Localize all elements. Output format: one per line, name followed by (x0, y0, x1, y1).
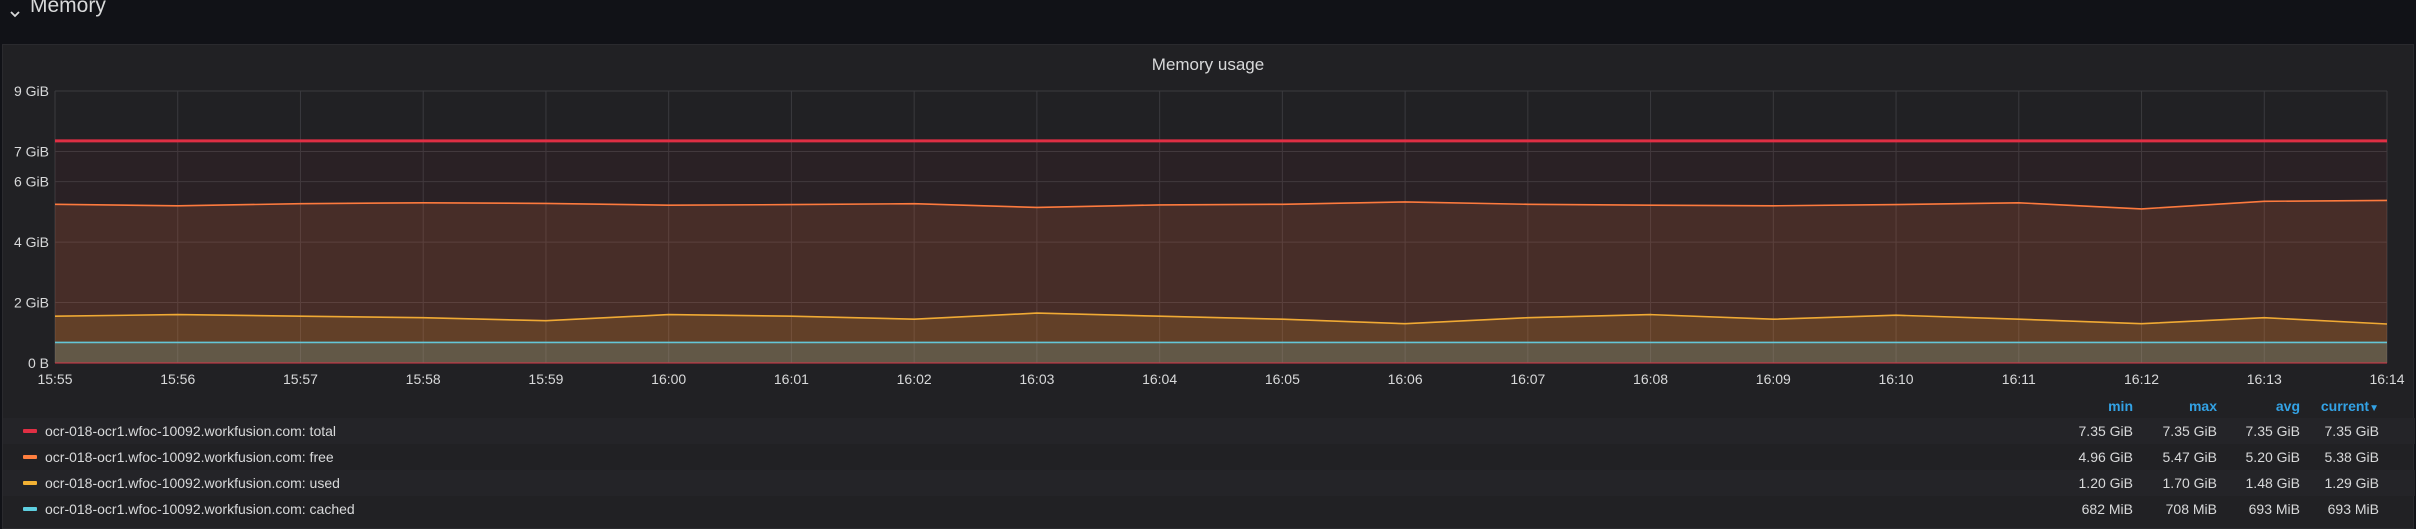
x-tick-label: 15:55 (37, 371, 72, 387)
legend-value-max: 708 MiB (2165, 501, 2217, 517)
legend-col-current-label: current (2320, 398, 2370, 414)
memory-usage-panel: Memory usage 0 B2 GiB 4 GiB 6 GiB 7 GiB 9 Gi… (2, 44, 2415, 529)
legend-rows: ocr-018-ocr1.wfoc-10092.workfusion.com: … (3, 418, 2415, 522)
y-tick-label: 0 B (28, 355, 49, 371)
legend-value-max: 7.35 GiB (2162, 423, 2217, 439)
x-tick-label: 16:14 (2369, 371, 2404, 387)
memory-usage-chart[interactable]: 0 B 2 GiB 4 GiB 6 GiB 7 GiB 9 GiB 15:55 15:56 15… (3, 45, 2415, 395)
legend-value-current: 1.29 GiB (2324, 475, 2379, 491)
legend-value-max: 5.47 GiB (2162, 449, 2217, 465)
x-tick-label: 16:06 (1388, 371, 1423, 387)
x-tick-label: 16:05 (1265, 371, 1300, 387)
x-tick-label: 16:01 (774, 371, 809, 387)
legend-swatch[interactable] (23, 455, 37, 459)
row-title: Memory (30, 0, 106, 17)
x-tick-label: 16:10 (1879, 371, 1914, 387)
legend-value-avg: 693 MiB (2248, 501, 2300, 517)
legend-series-name[interactable]: ocr-018-ocr1.wfoc-10092.workfusion.com: … (45, 444, 334, 470)
legend-value-min: 4.96 GiB (2078, 449, 2133, 465)
legend-header: min max avg current▼ (3, 398, 2415, 418)
legend-col-min[interactable]: min (2053, 398, 2133, 414)
legend-value-avg: 5.20 GiB (2245, 449, 2300, 465)
legend-series-name[interactable]: ocr-018-ocr1.wfoc-10092.workfusion.com: … (45, 496, 355, 522)
series-area-0 (55, 140, 2387, 363)
x-tick-label: 15:56 (160, 371, 195, 387)
legend-swatch[interactable] (23, 507, 37, 511)
legend-value-current: 693 MiB (2327, 501, 2379, 517)
x-tick-label: 16:09 (1756, 371, 1791, 387)
row-header[interactable]: Memory (0, 0, 2416, 42)
legend-value-avg: 7.35 GiB (2245, 423, 2300, 439)
y-tick-label: 9 GiB (14, 83, 49, 99)
legend-row[interactable]: ocr-018-ocr1.wfoc-10092.workfusion.com: … (3, 470, 2415, 496)
x-tick-label: 16:12 (2124, 371, 2159, 387)
x-tick-label: 16:13 (2247, 371, 2282, 387)
legend-value-avg: 1.48 GiB (2245, 475, 2300, 491)
legend-swatch[interactable] (23, 429, 37, 433)
legend-value-min: 1.20 GiB (2078, 475, 2133, 491)
legend-value-current: 5.38 GiB (2324, 449, 2379, 465)
legend-series-name[interactable]: ocr-018-ocr1.wfoc-10092.workfusion.com: … (45, 418, 336, 444)
y-tick-label: 7 GiB (14, 143, 49, 159)
y-tick-label: 4 GiB (14, 234, 49, 250)
x-tick-label: 16:03 (1019, 371, 1054, 387)
x-tick-label: 16:07 (1510, 371, 1545, 387)
legend-swatch[interactable] (23, 481, 37, 485)
legend-value-min: 7.35 GiB (2078, 423, 2133, 439)
legend-col-max[interactable]: max (2137, 398, 2217, 414)
legend-row[interactable]: ocr-018-ocr1.wfoc-10092.workfusion.com: … (3, 444, 2415, 470)
x-tick-label: 16:04 (1142, 371, 1177, 387)
chevron-down-icon[interactable] (8, 7, 22, 21)
x-tick-label: 15:57 (283, 371, 318, 387)
legend-col-current[interactable]: current▼ (2299, 398, 2379, 414)
caret-down-icon: ▼ (2369, 403, 2379, 414)
y-tick-label: 2 GiB (14, 295, 49, 311)
legend: min max avg current▼ ocr-018-ocr1.wfoc-1… (3, 398, 2415, 522)
x-tick-label: 16:02 (897, 371, 932, 387)
x-tick-label: 15:59 (528, 371, 563, 387)
legend-row[interactable]: ocr-018-ocr1.wfoc-10092.workfusion.com: … (3, 418, 2415, 444)
x-tick-label: 15:58 (406, 371, 441, 387)
x-tick-label: 16:11 (2002, 371, 2036, 387)
y-tick-label: 6 GiB (14, 174, 49, 190)
legend-series-name[interactable]: ocr-018-ocr1.wfoc-10092.workfusion.com: … (45, 470, 340, 496)
x-tick-label: 16:08 (1633, 371, 1668, 387)
legend-value-min: 682 MiB (2081, 501, 2133, 517)
x-tick-label: 16:00 (651, 371, 686, 387)
legend-value-max: 1.70 GiB (2162, 475, 2217, 491)
legend-value-current: 7.35 GiB (2324, 423, 2379, 439)
legend-row[interactable]: ocr-018-ocr1.wfoc-10092.workfusion.com: … (3, 496, 2415, 522)
legend-col-avg[interactable]: avg (2220, 398, 2300, 414)
